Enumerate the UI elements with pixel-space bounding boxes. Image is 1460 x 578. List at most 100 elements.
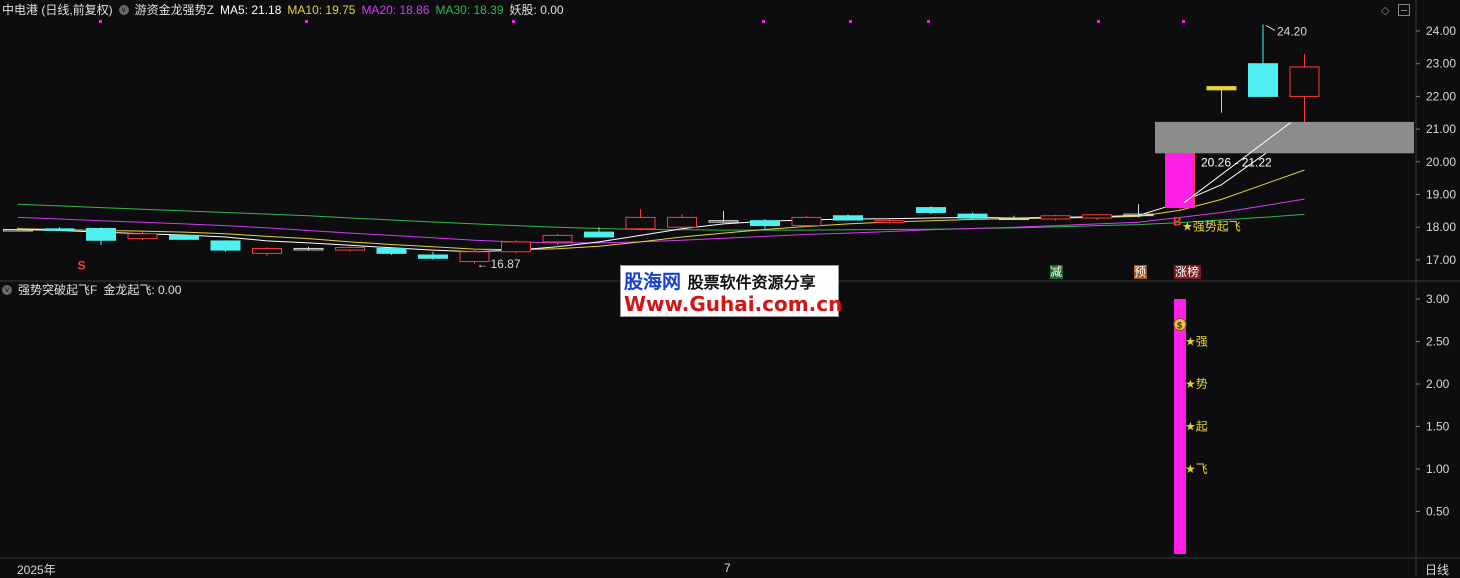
candle[interactable] <box>210 240 241 252</box>
price-tick-label: 24.00 <box>1426 24 1456 38</box>
sub-tick-label: 2.50 <box>1426 335 1450 349</box>
candle[interactable] <box>1289 53 1320 123</box>
candle[interactable] <box>750 219 780 229</box>
money-bag-glyph: $ <box>1177 321 1182 331</box>
candle[interactable] <box>1165 152 1195 210</box>
sub-signal-char: ★起 <box>1185 420 1208 434</box>
candle[interactable] <box>501 240 531 254</box>
candle-body <box>44 228 75 231</box>
candle-body <box>127 233 158 240</box>
price-tick-label: 22.00 <box>1426 89 1456 103</box>
candle[interactable] <box>169 234 199 241</box>
candle[interactable] <box>3 227 33 232</box>
candle-body <box>874 220 905 223</box>
sub-tick-label: 1.00 <box>1426 462 1450 476</box>
collapse-icon[interactable] <box>1398 4 1410 16</box>
indicator-name[interactable]: 游资金龙强势Z <box>135 1 214 19</box>
candle-body <box>625 216 656 230</box>
candle-body <box>418 254 448 259</box>
candle-body <box>1206 86 1237 91</box>
ma5-label: MA5: 21.18 <box>220 3 282 17</box>
candle[interactable] <box>293 246 324 251</box>
candle[interactable] <box>625 209 656 231</box>
price-tick-label: 17.00 <box>1426 253 1456 267</box>
candle-body <box>169 234 199 240</box>
candle-body <box>86 228 116 241</box>
candle[interactable] <box>1082 214 1112 221</box>
candle[interactable] <box>418 251 448 260</box>
candle[interactable] <box>86 227 116 246</box>
low-pointer: ← <box>477 257 489 271</box>
top-marker-dot <box>305 20 308 23</box>
price-tick-label: 23.00 <box>1426 57 1456 71</box>
tag-warn: 预 <box>1134 265 1146 279</box>
candle[interactable] <box>708 210 739 223</box>
candle[interactable] <box>999 215 1029 221</box>
stock-title[interactable]: 中电港 (日线,前复权) <box>2 1 113 19</box>
indicator-menu-icon[interactable]: v <box>118 5 129 15</box>
candle-body <box>584 231 614 238</box>
high-value-label: 24.20 <box>1277 24 1307 38</box>
sub-header: v 强势突破起飞F 金龙起飞: 0.00 <box>2 281 181 299</box>
candle-body <box>335 246 365 251</box>
top-marker-dot <box>849 20 852 23</box>
strong-takeoff-signal: ★强势起飞 <box>1182 219 1241 233</box>
low-value-label: 16.87 <box>491 257 521 271</box>
sub-indicator-name[interactable]: 强势突破起飞F <box>18 281 97 299</box>
yaogu-label: 妖股: 0.00 <box>509 3 564 17</box>
indicator-subpanel: $★强 ★势 ★起 ★飞 <box>1173 299 1208 554</box>
tag-limitup: 涨榜 <box>1175 264 1199 279</box>
price-axis: 24.00 23.00 22.00 21.00 20.00 19.00 18.00 17.00… <box>1416 24 1456 519</box>
sub-tick-label: 3.00 <box>1426 292 1450 306</box>
sub-indicator-menu-icon[interactable]: v <box>2 285 12 295</box>
candle[interactable] <box>335 246 365 252</box>
ma10-label: MA10: 19.75 <box>287 3 356 17</box>
candle-body <box>957 213 988 219</box>
candle[interactable] <box>667 214 697 229</box>
candle-body <box>1165 152 1195 209</box>
top-marker-dot <box>1182 20 1185 23</box>
high-pointer <box>1265 25 1276 31</box>
zone-range-label: 20.26 - 21.22 <box>1201 155 1272 169</box>
buy-signal-mark: B <box>1173 215 1182 229</box>
candle[interactable] <box>127 231 158 241</box>
candle[interactable] <box>1123 204 1154 218</box>
candle-body <box>1082 214 1112 219</box>
candle-layer <box>3 24 1320 265</box>
candle-body <box>501 241 531 253</box>
candle[interactable] <box>833 214 863 221</box>
candle[interactable] <box>957 212 988 220</box>
candle-body <box>791 216 822 227</box>
price-tick-label: 20.00 <box>1426 155 1456 169</box>
annotation-layer: 24.20 ← 16.87 20.26 - 21.22 B S ★强势起飞减 预 涨榜 <box>78 20 1414 279</box>
price-tick-label: 21.00 <box>1426 122 1456 136</box>
candle[interactable] <box>1248 24 1278 97</box>
candle-body <box>376 247 407 254</box>
watermark: 股海网 股票软件资源分享 Www.Guhai.com.cn <box>620 265 842 317</box>
candle-body <box>833 215 863 221</box>
watermark-site: 股海网 <box>624 271 682 293</box>
sell-signal-mark: S <box>78 259 86 273</box>
ma10-line <box>17 169 1305 251</box>
candle[interactable] <box>542 233 573 246</box>
sub-indicator-value: 金龙起飞: 0.00 <box>103 283 182 297</box>
candle-body <box>252 247 282 254</box>
candle[interactable] <box>874 219 905 224</box>
candle[interactable] <box>1040 214 1071 221</box>
candle-body <box>750 220 780 227</box>
candle-body <box>916 207 946 213</box>
candle[interactable] <box>916 205 946 215</box>
candle[interactable] <box>1206 86 1237 113</box>
candle[interactable] <box>252 247 282 256</box>
top-marker-dot <box>927 20 930 23</box>
diamond-icon[interactable]: ◇ <box>1381 4 1389 17</box>
candle[interactable] <box>376 246 407 255</box>
period-tab[interactable]: 日线 <box>1425 561 1449 578</box>
candle-body <box>210 240 241 251</box>
candle-body <box>542 234 573 243</box>
candle-body <box>1040 215 1071 220</box>
top-marker-dot <box>762 20 765 23</box>
candle-body <box>667 216 697 228</box>
candle[interactable] <box>44 227 75 231</box>
candle[interactable] <box>791 215 822 228</box>
